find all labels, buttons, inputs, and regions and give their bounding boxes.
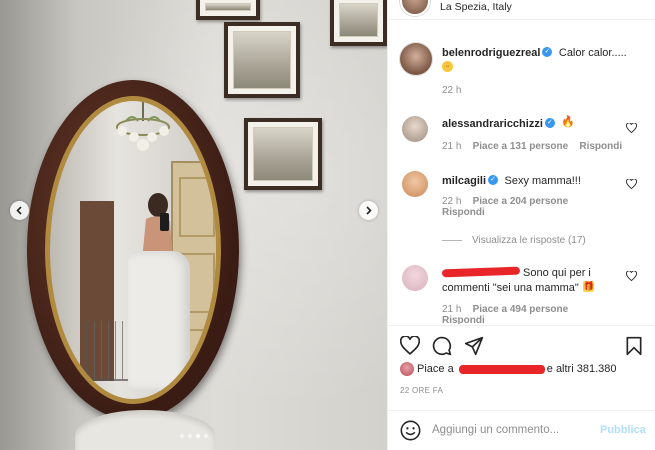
- comment-likes[interactable]: Piace a 204 persone: [473, 196, 569, 207]
- comment-time[interactable]: 21 h: [442, 141, 461, 152]
- sweat-smile-emoji-icon: ᵕ: [442, 61, 453, 73]
- verified-badge-icon: ✓: [488, 174, 499, 185]
- comment-time[interactable]: 22 h: [442, 196, 461, 207]
- heart-icon[interactable]: [400, 336, 420, 355]
- comment-username[interactable]: milcagili: [442, 175, 486, 187]
- comment-likes[interactable]: Piace a 494 persone: [473, 304, 569, 315]
- comment: alessandraricchizzi ✓ 🔥: [442, 116, 576, 131]
- carousel-dot[interactable]: [204, 434, 208, 438]
- share-icon[interactable]: [464, 336, 484, 356]
- comment-meta: 21 h Piace a 494 persone: [442, 304, 568, 315]
- comment-username[interactable]: alessandraricchizzi: [442, 118, 543, 130]
- likes-count-link[interactable]: e altri 381.380: [547, 363, 617, 375]
- bookmark-icon[interactable]: [625, 336, 643, 356]
- reply-button[interactable]: Rispondi: [442, 315, 485, 324]
- post-location[interactable]: La Spezia, Italy: [440, 1, 512, 13]
- comment-meta: 22 h Piace a 204 persone: [442, 196, 568, 207]
- view-replies-label: Visualizza le risposte (17): [472, 235, 586, 246]
- author-avatar[interactable]: [400, 43, 432, 75]
- caption-timestamp[interactable]: 22 h: [442, 85, 461, 96]
- carousel-next-button[interactable]: [359, 201, 378, 220]
- comment: milcagili ✓ Sexy mamma!!!: [442, 173, 581, 188]
- reflected-towel: [128, 251, 190, 391]
- comment-icon[interactable]: [432, 336, 452, 356]
- chevron-right-icon: [366, 206, 372, 215]
- verified-badge-icon: ✓: [544, 117, 555, 128]
- view-replies-button[interactable]: Visualizza le risposte (17): [442, 235, 586, 246]
- carousel-dot[interactable]: [180, 434, 184, 438]
- post-actions: Piace a e altri 381.380 22 ORE FA: [388, 325, 655, 410]
- post-header: La Spezia, Italy: [388, 0, 655, 20]
- comments-list[interactable]: belenrodriguezreal ✓ Calor calor..... ᵕ 2…: [388, 21, 655, 324]
- commenter-avatar[interactable]: [402, 116, 428, 142]
- gift-emoji-icon: 🎁: [583, 281, 595, 293]
- author-username[interactable]: belenrodriguezreal: [442, 47, 540, 59]
- chandelier: [116, 101, 170, 151]
- post-photo: [0, 0, 387, 450]
- post-timestamp[interactable]: 22 ORE FA: [400, 386, 443, 395]
- redacted-liker-name: [458, 364, 545, 374]
- reply-button[interactable]: Rispondi: [579, 141, 622, 152]
- carousel-dot-active[interactable]: [196, 434, 200, 438]
- publish-button[interactable]: Pubblica: [600, 424, 646, 436]
- likes-summary: Piace a e altri 381.380: [400, 362, 616, 376]
- instagram-post-view: La Spezia, Italy belenrodriguezreal ✓ Cal…: [0, 0, 655, 450]
- comment-meta: 21 h Piace a 131 persone Rispondi: [442, 141, 622, 152]
- wall-picture-frame: [244, 118, 322, 190]
- post-caption: belenrodriguezreal ✓ Calor calor..... ᵕ: [442, 45, 637, 74]
- heart-icon[interactable]: [626, 271, 637, 281]
- fire-emoji-icon: 🔥: [561, 116, 576, 129]
- wall-picture-frame: [196, 0, 260, 20]
- comment-composer: Pubblica: [388, 410, 655, 450]
- comment-text: Sexy mamma!!!: [504, 175, 581, 187]
- heart-icon[interactable]: [626, 123, 637, 133]
- verified-badge-icon: ✓: [542, 46, 553, 57]
- commenter-avatar[interactable]: [402, 171, 428, 197]
- caption-text: Calor calor.....: [558, 47, 627, 59]
- wall-picture-frame: [224, 22, 300, 98]
- chevron-left-icon: [16, 206, 22, 215]
- replies-divider: [442, 239, 462, 241]
- comment-input[interactable]: [432, 419, 592, 441]
- likes-prefix: Piace a: [417, 362, 454, 375]
- comment-time[interactable]: 21 h: [442, 304, 461, 315]
- heart-icon[interactable]: [626, 179, 637, 189]
- comment-likes[interactable]: Piace a 131 persone: [473, 141, 569, 152]
- wall-picture-frame: [330, 0, 387, 46]
- carousel-dot[interactable]: [188, 434, 192, 438]
- commenter-avatar[interactable]: [402, 265, 428, 291]
- liker-avatar[interactable]: [400, 362, 414, 376]
- comment: Sono qui per i commenti "sei una mamma" …: [441, 265, 622, 295]
- smile-icon[interactable]: [400, 420, 421, 441]
- carousel-indicator: [180, 434, 208, 438]
- mirror-reflection: [50, 101, 216, 399]
- author-avatar[interactable]: [400, 0, 430, 16]
- redacted-username: [441, 266, 521, 278]
- post-side-panel: La Spezia, Italy belenrodriguezreal ✓ Cal…: [387, 0, 655, 450]
- reply-button[interactable]: Rispondi: [442, 207, 485, 218]
- carousel-prev-button[interactable]: [10, 201, 29, 220]
